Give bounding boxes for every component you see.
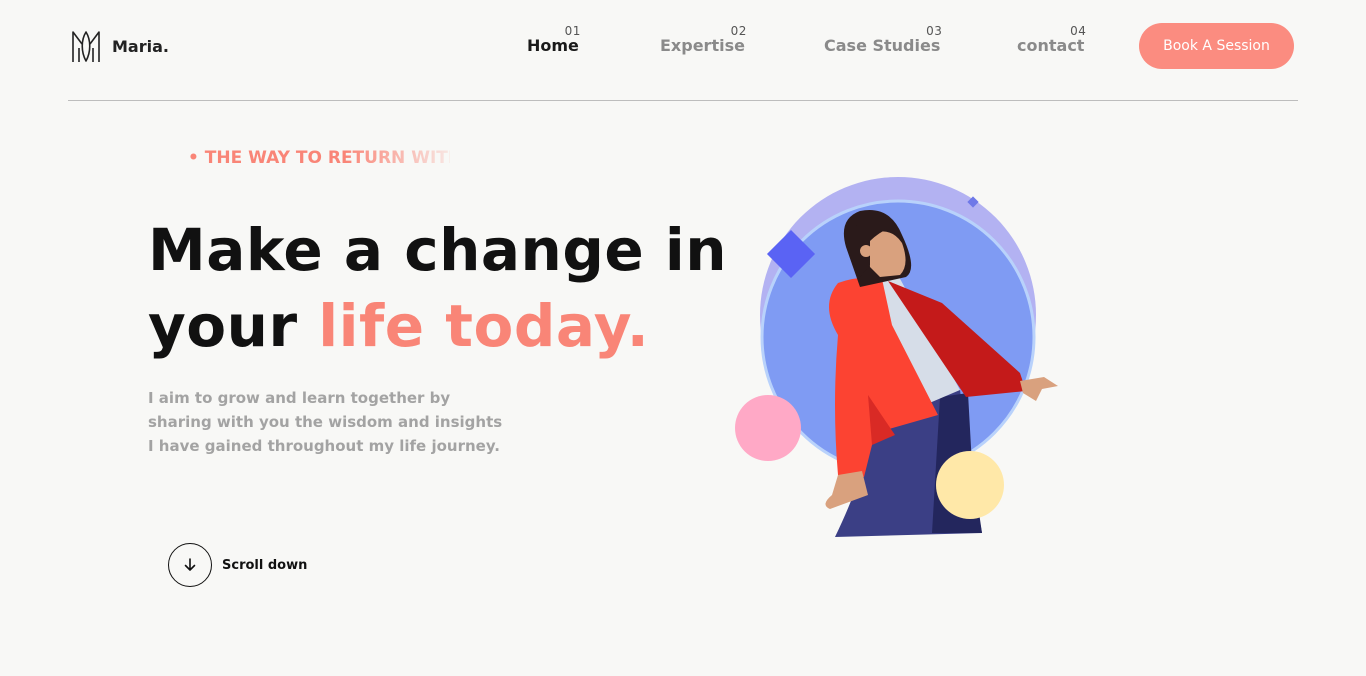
brand-name: Maria. [112,36,169,56]
nav-number: 01 [564,24,581,38]
nav-label: contact [1017,36,1085,55]
nav-item-home[interactable]: 01 Home [527,24,581,55]
pink-circle [735,395,801,461]
nav-label: Home [527,36,579,55]
book-session-button[interactable]: Book A Session [1139,23,1294,69]
hero-description: I aim to grow and learn together by shar… [148,389,503,455]
nav-number: 02 [730,24,747,38]
m-monogram-icon [72,31,100,62]
hero-marquee: • THE WAY TO RETURN WITH [188,148,450,168]
nav-item-case-studies[interactable]: 03 Case Studies [824,24,943,55]
ear [860,245,872,257]
hero-title: Make a change in your life today. [148,212,727,364]
hero-title-accent: life today. [318,292,650,360]
arrow-down-icon [184,558,196,571]
nav-item-expertise[interactable]: 02 Expertise [660,24,747,55]
scroll-circle [168,543,212,587]
nav-item-contact[interactable]: 04 contact [1017,24,1087,55]
site-header: Maria. 01 Home 02 Expertise 03 Case Stud… [0,0,1366,100]
yellow-circle [936,451,1004,519]
nav-label: Expertise [660,36,745,55]
right-hand [1020,377,1058,401]
logo[interactable]: Maria. [70,28,169,64]
hero-title-line2-prefix: your [148,292,319,360]
header-divider [68,100,1298,101]
hero-title-line1: Make a change in [148,216,728,284]
nav-label: Case Studies [824,36,941,55]
scroll-down-label: Scroll down [222,557,308,573]
scroll-down-link[interactable]: Scroll down [168,543,307,587]
nav-number: 03 [926,24,943,38]
hero-illustration [735,177,1058,537]
nav-number: 04 [1070,24,1087,38]
